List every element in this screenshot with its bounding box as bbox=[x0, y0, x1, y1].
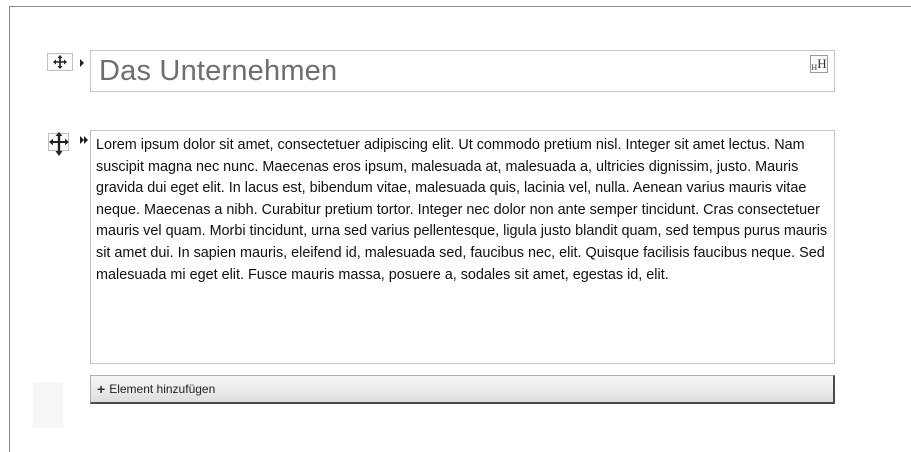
page-title[interactable]: Das Unternehmen bbox=[99, 55, 337, 88]
plus-icon: + bbox=[97, 381, 106, 397]
text-element[interactable]: Lorem ipsum dolor sit amet, consectetuer… bbox=[90, 130, 835, 364]
heading-element[interactable]: Das Unternehmen HH bbox=[90, 50, 835, 92]
add-element-button[interactable]: + Element hinzufügen bbox=[90, 375, 835, 404]
body-text[interactable]: Lorem ipsum dolor sit amet, consectetuer… bbox=[96, 135, 828, 286]
heading-type-icon[interactable]: HH bbox=[810, 55, 828, 73]
placeholder-area bbox=[33, 382, 63, 428]
move-handle-text[interactable] bbox=[46, 131, 76, 161]
move-handle-heading[interactable] bbox=[46, 52, 74, 72]
add-element-label: Element hinzufügen bbox=[109, 382, 216, 396]
expand-arrow-icon[interactable] bbox=[80, 59, 84, 67]
move-arrows-icon bbox=[48, 132, 69, 156]
expand-arrow-icon[interactable] bbox=[84, 136, 88, 144]
move-arrows-icon bbox=[47, 53, 73, 71]
